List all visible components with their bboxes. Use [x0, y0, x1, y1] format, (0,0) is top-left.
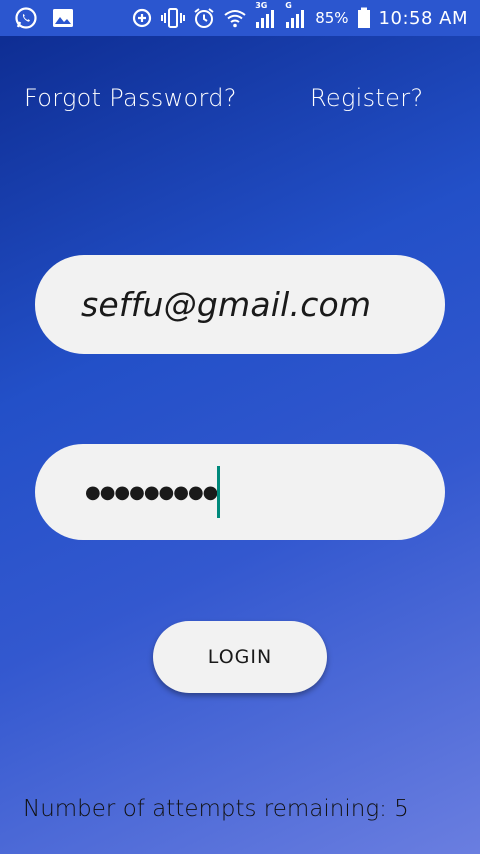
- login-screen: 3G G 85% 10:58 AM Forgot Password? Regis…: [0, 0, 480, 854]
- email-value: seffu@gmail.com: [81, 285, 372, 324]
- signal-3g-icon: 3G: [255, 1, 277, 29]
- status-bar: 3G G 85% 10:58 AM: [0, 0, 480, 36]
- gallery-icon: [52, 7, 74, 29]
- forgot-password-link[interactable]: Forgot Password?: [24, 84, 237, 112]
- vibrate-icon: [161, 7, 186, 29]
- wifi-icon: [223, 8, 247, 28]
- register-link[interactable]: Register?: [310, 84, 423, 112]
- signal-g-icon: G: [285, 1, 307, 29]
- battery-icon: [357, 7, 371, 29]
- text-cursor: [217, 466, 221, 518]
- network-3g-label: 3G: [255, 1, 268, 10]
- network-g-label: G: [285, 1, 292, 10]
- status-time: 10:58 AM: [378, 7, 468, 29]
- alarm-icon: [193, 7, 215, 29]
- email-field[interactable]: seffu@gmail.com: [35, 255, 445, 354]
- data-saver-icon: [131, 7, 153, 29]
- password-mask: ●●●●●●●●●: [85, 481, 218, 503]
- login-button[interactable]: LOGIN: [153, 621, 327, 693]
- attempts-remaining-text: Number of attempts remaining: 5: [23, 796, 409, 822]
- whatsapp-icon: [14, 6, 38, 30]
- battery-percentage: 85%: [315, 9, 349, 27]
- password-field[interactable]: ●●●●●●●●●: [35, 444, 445, 540]
